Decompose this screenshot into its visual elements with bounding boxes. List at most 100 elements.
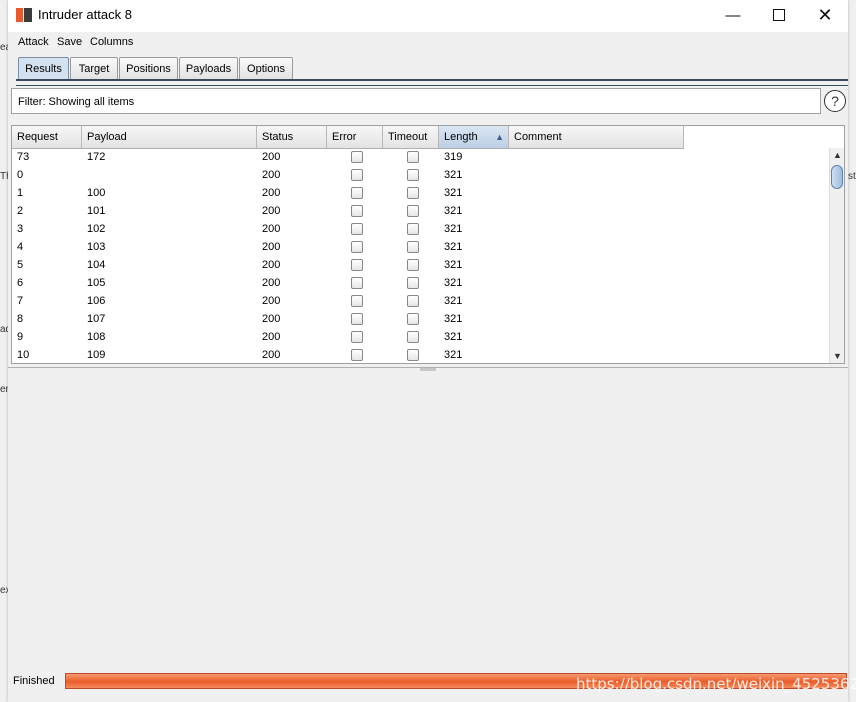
close-icon: ✕: [817, 4, 833, 25]
cell-payload: 105: [87, 277, 106, 289]
table-row[interactable]: 9 108 200 321: [12, 328, 684, 346]
menu-bar: Attack Save Columns: [8, 32, 848, 54]
background-text-fragment: en: [0, 384, 8, 395]
background-text-fragment: Th: [0, 171, 8, 182]
pane-splitter[interactable]: [8, 367, 848, 372]
watermark-text: https://blog.csdn.net/weixin_45253622: [576, 675, 856, 693]
cell-request: 7: [17, 295, 24, 307]
table-row[interactable]: 73 172 200 319: [12, 148, 684, 166]
menu-columns[interactable]: Columns: [90, 36, 133, 48]
cell-comment: [509, 166, 684, 184]
error-checkbox: [351, 169, 363, 181]
cell-status: 200: [262, 169, 281, 181]
column-header-error[interactable]: Error: [327, 126, 383, 148]
table-row[interactable]: 2 101 200 321: [12, 202, 684, 220]
cell-request: 9: [17, 331, 24, 343]
table-row[interactable]: 7 106 200 321: [12, 292, 684, 310]
cell-status: 200: [262, 313, 281, 325]
menu-attack[interactable]: Attack: [18, 36, 49, 48]
cell-request: 5: [17, 259, 24, 271]
error-checkbox: [351, 259, 363, 271]
table-row[interactable]: 6 105 200 321: [12, 274, 684, 292]
timeout-checkbox: [407, 259, 419, 271]
status-label: Finished: [13, 675, 55, 687]
background-text-fragment: ex: [0, 585, 8, 596]
error-checkbox: [351, 241, 363, 253]
cell-comment: [509, 256, 684, 274]
tab-options[interactable]: Options: [239, 57, 293, 79]
cell-comment: [509, 238, 684, 256]
column-header-timeout[interactable]: Timeout: [383, 126, 439, 148]
scroll-up-icon[interactable]: ▲: [830, 148, 844, 162]
tab-payloads[interactable]: Payloads: [179, 57, 238, 79]
cell-payload: 172: [87, 151, 106, 163]
timeout-checkbox: [407, 187, 419, 199]
burp-logo-icon: [16, 8, 32, 22]
column-header-payload[interactable]: Payload: [82, 126, 257, 148]
cell-payload: 103: [87, 241, 106, 253]
error-checkbox: [351, 205, 363, 217]
cell-status: 200: [262, 223, 281, 235]
intruder-attack-window: Intruder attack 8 — ✕ Attack Save Column…: [8, 0, 856, 702]
cell-payload: 100: [87, 187, 106, 199]
table-row[interactable]: 4 103 200 321: [12, 238, 684, 256]
sort-ascending-icon: ▲: [495, 132, 504, 142]
splitter-grip[interactable]: [420, 368, 436, 371]
filter-bar[interactable]: Filter: Showing all items: [11, 88, 821, 114]
timeout-checkbox: [407, 205, 419, 217]
cell-payload: 102: [87, 223, 106, 235]
cell-payload: 107: [87, 313, 106, 325]
minimize-button[interactable]: —: [710, 0, 756, 30]
cell-length: 321: [444, 241, 463, 253]
cell-request: 8: [17, 313, 24, 325]
table-row[interactable]: 3 102 200 321: [12, 220, 684, 238]
tab-target[interactable]: Target: [70, 57, 118, 79]
cell-request: 2: [17, 205, 24, 217]
scroll-down-icon[interactable]: ▼: [830, 349, 844, 363]
vertical-scrollbar[interactable]: ▲ ▼: [829, 148, 844, 363]
column-header-status[interactable]: Status: [257, 126, 327, 148]
cell-length: 321: [444, 295, 463, 307]
cell-status: 200: [262, 187, 281, 199]
maximize-button[interactable]: [756, 0, 802, 30]
table-row[interactable]: 8 107 200 321: [12, 310, 684, 328]
cell-length: 321: [444, 223, 463, 235]
cell-comment: [509, 202, 684, 220]
cell-request: 1: [17, 187, 24, 199]
cell-status: 200: [262, 205, 281, 217]
results-table: Request Payload Status Error Timeout Len…: [11, 125, 845, 364]
cell-payload: 108: [87, 331, 106, 343]
menu-save[interactable]: Save: [57, 36, 82, 48]
close-button[interactable]: ✕: [802, 0, 848, 30]
table-row[interactable]: 10 109 200 321: [12, 346, 684, 363]
error-checkbox: [351, 349, 363, 361]
minimize-icon: —: [725, 6, 741, 24]
scrollbar-thumb[interactable]: [831, 165, 843, 189]
column-header-comment[interactable]: Comment: [509, 126, 684, 148]
table-row[interactable]: 1 100 200 321: [12, 184, 684, 202]
maximize-icon: [773, 9, 785, 21]
error-checkbox: [351, 151, 363, 163]
table-header: Request Payload Status Error Timeout Len…: [12, 126, 684, 149]
tab-results[interactable]: Results: [18, 57, 69, 79]
cell-payload: 106: [87, 295, 106, 307]
help-button[interactable]: ?: [824, 90, 846, 112]
tab-positions[interactable]: Positions: [119, 57, 178, 79]
background-text-fragment: ad: [0, 324, 8, 335]
timeout-checkbox: [407, 313, 419, 325]
timeout-checkbox: [407, 223, 419, 235]
title-bar[interactable]: Intruder attack 8 — ✕: [8, 0, 848, 32]
column-header-length[interactable]: Length ▲: [439, 126, 509, 148]
column-header-length-label: Length: [444, 131, 478, 143]
help-icon: ?: [831, 93, 839, 109]
cell-comment: [509, 310, 684, 328]
cell-comment: [509, 220, 684, 238]
cell-payload: 104: [87, 259, 106, 271]
cell-status: 200: [262, 241, 281, 253]
table-row[interactable]: 5 104 200 321: [12, 256, 684, 274]
timeout-checkbox: [407, 331, 419, 343]
background-text-fragment: ea: [0, 42, 8, 53]
error-checkbox: [351, 277, 363, 289]
table-row[interactable]: 0 200 321: [12, 166, 684, 184]
column-header-request[interactable]: Request: [12, 126, 82, 148]
